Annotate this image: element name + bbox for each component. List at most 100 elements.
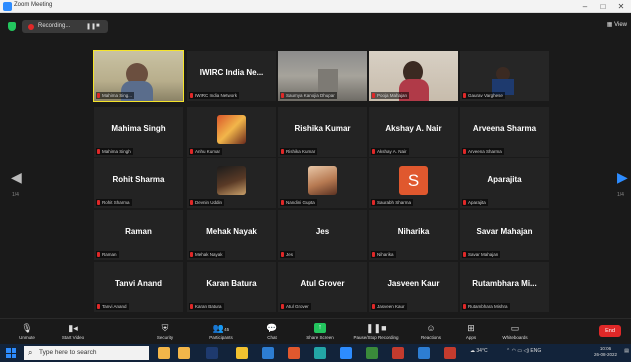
edge-icon[interactable] [314, 347, 326, 359]
participant-name-label: Savar Mahajan [462, 251, 501, 258]
participant-tile[interactable]: Niharika Niharika [369, 210, 458, 260]
participant-tile[interactable]: Mahima Sing... [93, 50, 184, 102]
participants-count: 45 [224, 327, 230, 332]
maximize-icon[interactable]: □ [595, 1, 611, 12]
microphone-muted-icon: 🎙 [21, 323, 33, 333]
participant-tile[interactable]: Aparajita Aparajita [460, 158, 549, 208]
participant-display-name: IWIRC India Ne... [199, 68, 264, 77]
notification-icon[interactable]: ▤ [624, 348, 629, 354]
file-explorer-icon[interactable] [236, 347, 248, 359]
minimize-icon[interactable]: – [577, 1, 593, 12]
next-page-icon[interactable]: ▶ [617, 170, 628, 184]
participants-button[interactable]: 👥45 Participants [196, 321, 246, 345]
widgets-icon[interactable] [158, 347, 170, 359]
participant-tile[interactable]: Arveena Sharma Arveena Sharma [460, 107, 549, 157]
taskbar-search-input[interactable]: ⌕ Type here to search [24, 346, 149, 360]
participant-name-label: Anhu Kumar [189, 148, 223, 155]
participant-name-label: Jasveen Kaur [371, 303, 407, 310]
share-screen-icon: ↑ [314, 323, 326, 333]
participant-tile[interactable]: Saumya Kanojia Dhupar [278, 51, 367, 101]
participant-name-label: Devnin Uddin [189, 199, 225, 206]
participant-tile[interactable]: Karan Batura Karan Batura [187, 262, 276, 312]
apps-button[interactable]: ⊞ Apps [446, 321, 496, 345]
network-icon: ◠ [511, 348, 516, 354]
participant-tile[interactable]: Rutambhara Mi... Rutambhara Mishra [460, 262, 549, 312]
muted-mic-icon [281, 149, 284, 154]
participant-display-name: Aparajita [487, 175, 522, 184]
participant-name-label: Mahima Singh [96, 148, 133, 155]
participant-tile[interactable]: Rishika Kumar Rishika Kumar [278, 107, 367, 157]
participant-tile[interactable]: Anhu Kumar [187, 107, 276, 157]
start-video-button[interactable]: ▮◂ Start Video [48, 321, 98, 345]
whiteboards-button[interactable]: ▭ Whiteboards [490, 321, 540, 345]
weather-widget[interactable]: ☁ 34°C [470, 348, 488, 354]
excel-icon[interactable] [366, 347, 378, 359]
widgets-icon[interactable] [178, 347, 190, 359]
participant-display-name: Rutambhara Mi... [472, 279, 537, 288]
participant-display-name: Raman [125, 227, 152, 236]
participant-tile[interactable]: IWIRC India Ne... IWIRC India Network [187, 51, 276, 101]
mail-icon[interactable] [262, 347, 274, 359]
participant-display-name: Jes [315, 227, 330, 236]
participant-name-label: Mahima Sing... [96, 92, 135, 99]
clock-date: 26-08-2022 [593, 352, 617, 357]
participant-display-name: Akshay A. Nair [385, 124, 442, 133]
muted-mic-icon [281, 252, 284, 257]
weather-temperature: 34°C [476, 348, 488, 354]
participants-label: Participants [209, 335, 233, 340]
participant-tile[interactable]: S Saurabh Sharma [369, 158, 458, 208]
participant-tile[interactable]: Mehak Nayak Mehak Nayak [187, 210, 276, 260]
security-shield-icon: ⛨ [161, 323, 169, 333]
encryption-shield-icon[interactable] [8, 22, 16, 31]
pause-stop-recording-button[interactable]: ❚❚■ Pause/Stop Recording [346, 321, 406, 345]
windows-start-icon[interactable] [6, 348, 16, 358]
participant-tile[interactable]: Devnin Uddin [187, 158, 276, 208]
participant-name-label: Atul Grover [280, 303, 311, 310]
zoom-taskbar-icon[interactable] [340, 347, 352, 359]
reactions-icon: ☺ [426, 323, 436, 333]
search-icon: ⌕ [28, 348, 33, 357]
security-button[interactable]: ⛨ Security [140, 321, 190, 345]
taskbar-clock[interactable]: 10:06 26-08-2022 [594, 346, 617, 358]
participant-name-label: Niharika [371, 251, 396, 258]
powerpoint-icon[interactable] [444, 347, 456, 359]
view-button[interactable]: ▦ View [607, 21, 627, 28]
participant-avatar-letter: S [399, 166, 428, 195]
participant-name-label: Rishika Kumar [280, 148, 318, 155]
participant-name-label: Rohit Sharma [96, 199, 132, 206]
chat-button[interactable]: 💬 Chat [247, 321, 297, 345]
pause-recording-icon[interactable]: ❚❚ [86, 23, 96, 30]
share-screen-button[interactable]: ↑ Share Screen [295, 321, 345, 345]
participant-name-label: Jes [280, 251, 296, 258]
participant-name-label: Karan Batura [189, 303, 224, 310]
participant-tile[interactable]: Mahima Singh Mahima Singh [94, 107, 183, 157]
task-view-icon[interactable] [206, 347, 218, 359]
muted-mic-icon [281, 93, 284, 98]
previous-page-icon[interactable]: ◀ [11, 170, 22, 184]
participant-tile[interactable]: Jasveen Kaur Jasveen Kaur [369, 262, 458, 312]
participant-tile[interactable]: Gaurav Varghese [460, 51, 549, 101]
muted-mic-icon [463, 200, 466, 205]
participant-avatar [217, 115, 246, 144]
participant-tile[interactable]: Akshay A. Nair Akshay A. Nair [369, 107, 458, 157]
participant-display-name: Jasveen Kaur [387, 279, 440, 288]
participant-tile[interactable]: Pooja Mahajan [369, 51, 458, 101]
office-icon[interactable] [288, 347, 300, 359]
muted-mic-icon [97, 200, 100, 205]
close-icon[interactable]: ✕ [613, 1, 629, 12]
participant-tile[interactable]: Nandini Gupta [278, 158, 367, 208]
participant-tile[interactable]: Atul Grover Atul Grover [278, 262, 367, 312]
participant-tile[interactable]: Tanvi Anand Tanvi Anand [94, 262, 183, 312]
chrome-icon[interactable] [392, 347, 404, 359]
page-indicator-right: 1/4 [617, 192, 624, 198]
stop-recording-icon[interactable]: ■ [96, 23, 100, 29]
participant-display-name: Savar Mahajan [476, 227, 533, 236]
participant-tile[interactable]: Rohit Sharma Rohit Sharma [94, 158, 183, 208]
system-tray-icons[interactable]: ⌃ ◠ ▭ ◁) ENG [506, 348, 541, 354]
end-meeting-button[interactable]: End [599, 325, 621, 337]
word-icon[interactable] [418, 347, 430, 359]
participant-tile[interactable]: Savar Mahajan Savar Mahajan [460, 210, 549, 260]
participant-tile[interactable]: Raman Raman [94, 210, 183, 260]
unmute-button[interactable]: 🎙 Unmute [2, 321, 52, 345]
participant-tile[interactable]: Jes Jes [278, 210, 367, 260]
